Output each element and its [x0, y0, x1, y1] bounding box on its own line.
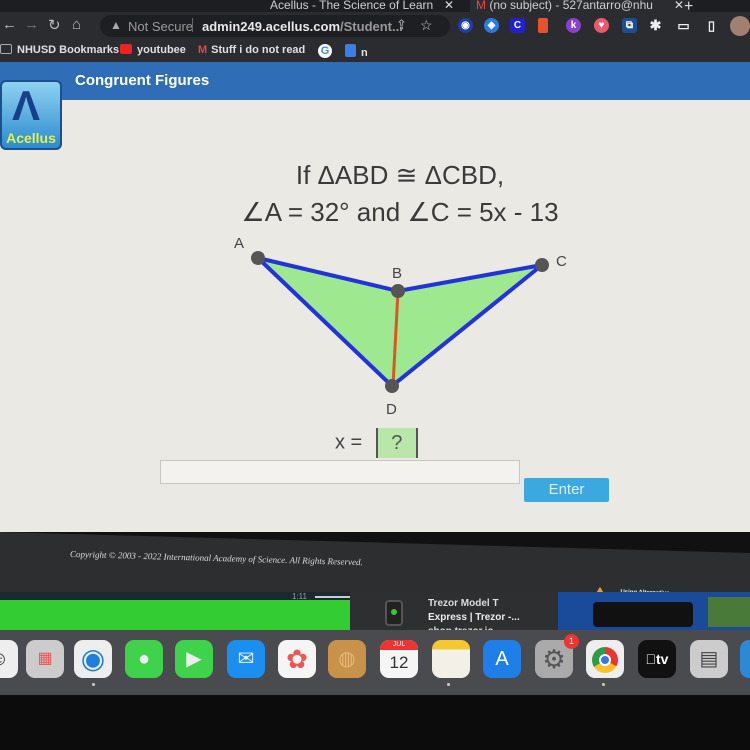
image-background	[708, 597, 750, 627]
warning-icon: ▲	[110, 18, 122, 32]
shield-extension-icon[interactable]: ◈	[484, 18, 499, 33]
address-bar[interactable]: ▲ Not Secure admin249.acellus.com/Studen…	[100, 15, 450, 37]
photos-icon[interactable]: ✿	[278, 640, 316, 678]
enter-button[interactable]: Enter	[524, 478, 609, 502]
security-label[interactable]: Not Secure	[128, 19, 193, 34]
vertex-b	[391, 284, 405, 298]
logo-text: Acellus	[6, 130, 56, 146]
gmail-icon: M	[198, 44, 208, 56]
desk-background	[0, 695, 750, 750]
youtube-icon	[120, 44, 132, 54]
lesson-header: Congruent Figures	[0, 62, 750, 100]
answer-prompt: x = ?	[335, 428, 418, 458]
home-icon[interactable]: ⌂	[72, 16, 81, 33]
image-device	[593, 602, 693, 627]
calendar-icon[interactable]: JUL 12	[380, 640, 418, 678]
dock: ☺ ▦ ◉ ● ▶ ✉ ✿ ◍ JUL 12 A ⚙1 tv ▤	[0, 630, 750, 695]
mail-icon[interactable]: ✉	[227, 640, 265, 678]
bookmark-youtubee[interactable]: youtubee	[120, 44, 186, 56]
running-indicator	[602, 683, 605, 686]
vertex-a	[251, 251, 265, 265]
next-app-icon[interactable]	[740, 640, 750, 678]
bookmark-nhusd[interactable]: NHUSD Bookmarks	[0, 44, 119, 56]
answer-placeholder-box[interactable]: ?	[375, 428, 418, 458]
close-tab-icon[interactable]: ✕	[444, 0, 454, 11]
tab-gmail[interactable]: M (no subject) - 527antarro@nhu ✕	[470, 0, 690, 12]
label-d: D	[386, 401, 397, 418]
trezor-device-icon	[385, 600, 403, 626]
bookmarks-bar: NHUSD Bookmarks youtubee M Stuff i do not…	[0, 40, 750, 62]
share-icon[interactable]: ⇪	[396, 17, 407, 33]
question-line-1: If ΔABD ≅ ΔCBD,	[295, 160, 505, 190]
acellus-page: Congruent Figures Λ Acellus If ΔABD ≅ ΔC…	[0, 62, 750, 532]
cast-icon[interactable]: ▭	[676, 18, 691, 33]
c-extension-icon[interactable]: C	[510, 18, 525, 33]
notification-title: Trezor Model T	[428, 598, 499, 609]
answer-label: x =	[335, 431, 363, 454]
docs-icon	[345, 44, 356, 57]
lesson-title: Congruent Figures	[75, 72, 210, 89]
chrome-icon[interactable]	[586, 640, 624, 678]
reload-icon[interactable]: ↻	[48, 16, 61, 34]
back-icon[interactable]: ←	[2, 16, 17, 33]
tab-bar: Acellus - The Science of Learn ✕ M (no s…	[0, 0, 750, 15]
calculator-icon[interactable]: ▤	[690, 640, 728, 678]
profile-avatar[interactable]	[730, 16, 750, 36]
google-icon[interactable]: G	[318, 44, 332, 58]
question-line-2: ∠A = 32° and ∠C = 5x - 13	[241, 197, 559, 227]
forward-icon[interactable]: →	[24, 16, 39, 33]
triangle-figure: A B C D	[234, 235, 567, 418]
label-b: B	[392, 265, 402, 282]
k-extension-icon[interactable]: k	[566, 18, 581, 33]
divider	[192, 18, 193, 32]
bookmark-stuff[interactable]: M Stuff i do not read	[198, 44, 305, 56]
bookmark-star-icon[interactable]: ☆	[420, 17, 433, 34]
sidebar-icon[interactable]: ▯	[704, 18, 719, 33]
folder-icon	[0, 44, 12, 54]
video-green-region	[0, 600, 350, 630]
copy-extension-icon[interactable]: ⧉	[622, 18, 637, 33]
system-preferences-icon[interactable]: ⚙ 1	[535, 634, 579, 678]
location-extension-icon[interactable]: ◉	[458, 18, 473, 33]
answer-input[interactable]	[160, 460, 520, 484]
puzzle-icon[interactable]: ✱	[648, 18, 663, 33]
notes-icon[interactable]	[432, 640, 470, 678]
heart-extension-icon[interactable]: ♥	[594, 18, 609, 33]
contacts-icon[interactable]: ◍	[328, 640, 366, 678]
launchpad-icon[interactable]: ▦	[26, 640, 64, 678]
video-time: 1:11	[292, 592, 307, 601]
label-a: A	[234, 235, 244, 252]
safari-icon[interactable]: ◉	[74, 640, 112, 678]
url-text[interactable]: admin249.acellus.com/Student...	[202, 19, 403, 34]
acellus-logo: Λ Acellus	[0, 80, 62, 150]
gmail-icon: M	[476, 0, 486, 12]
vertex-d	[385, 379, 399, 393]
bookmark-docs[interactable]: n	[345, 44, 368, 59]
facetime-icon[interactable]: ▶	[175, 640, 213, 678]
browser-toolbar: ← → ↻ ⌂ ▲ Not Secure admin249.acellus.co…	[0, 12, 750, 40]
vertex-c	[535, 258, 549, 272]
video-scrubber[interactable]	[315, 596, 355, 598]
copyright-text: Copyright © 2003 - 2022 International Ac…	[70, 548, 363, 568]
app-store-icon[interactable]: A	[483, 640, 521, 678]
running-indicator	[92, 683, 95, 686]
finder-icon[interactable]: ☺	[0, 640, 18, 678]
messages-icon[interactable]: ●	[125, 640, 163, 678]
logo-mark: Λ	[12, 82, 41, 129]
tab-acellus[interactable]: Acellus - The Science of Learn ✕	[270, 0, 460, 12]
notification-badge: 1	[564, 634, 579, 649]
apple-tv-icon[interactable]: tv	[638, 640, 676, 678]
notification-subtitle: Express | Trezor -...	[428, 612, 520, 623]
close-tab-icon[interactable]: ✕	[674, 0, 684, 11]
bookmark-extension-icon[interactable]	[538, 18, 548, 33]
running-indicator	[447, 683, 450, 686]
label-c: C	[556, 253, 567, 270]
